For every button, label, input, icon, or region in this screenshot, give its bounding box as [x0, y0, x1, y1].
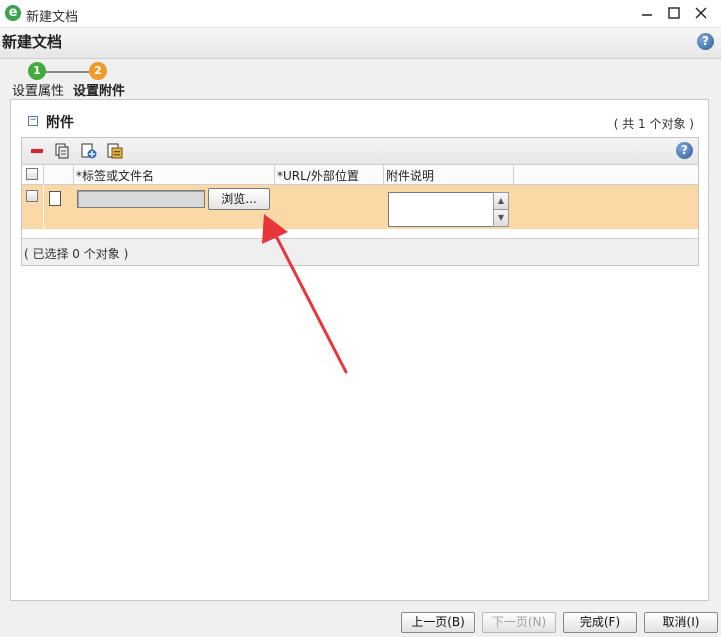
- prev-button[interactable]: 上一页(B): [401, 612, 475, 633]
- next-button: 下一页(N): [482, 612, 556, 633]
- finish-button[interactable]: 完成(F): [563, 612, 637, 633]
- cancel-button[interactable]: 取消(I): [644, 612, 718, 633]
- annotation-arrow-head: [262, 214, 288, 244]
- annotation-arrow-shaft: [273, 232, 348, 374]
- annotation-arrow-icon: [262, 214, 348, 374]
